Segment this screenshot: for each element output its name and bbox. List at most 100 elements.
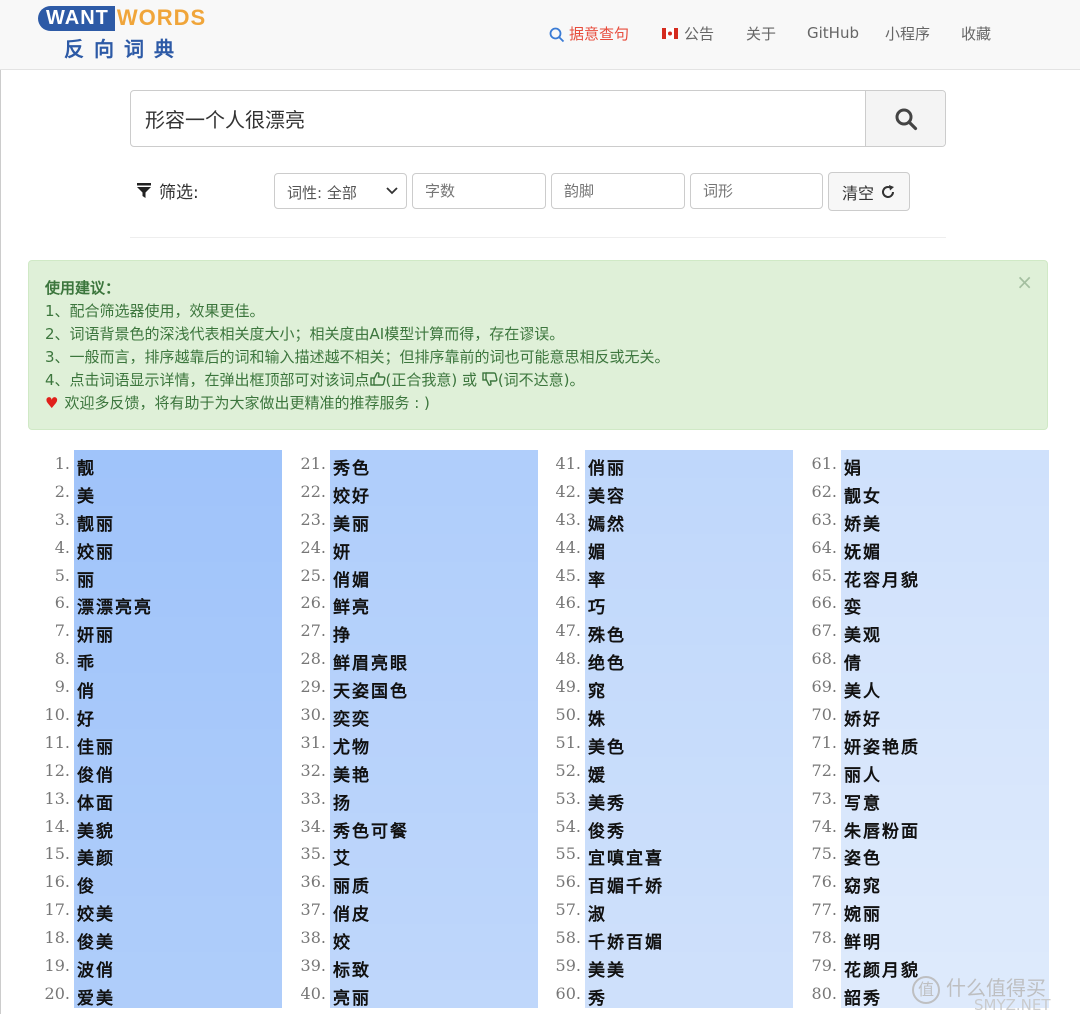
result-item[interactable]: 16. 俊 <box>0 868 282 897</box>
result-item[interactable]: 75. 姿色 <box>767 840 1049 869</box>
result-item[interactable]: 44. 媚 <box>511 533 793 563</box>
result-item[interactable]: 40. 亮丽 <box>256 979 538 1009</box>
result-item[interactable]: 69. 美人 <box>767 673 1049 702</box>
result-item[interactable]: 61. 娟 <box>767 450 1049 479</box>
result-word[interactable]: 花容月貌 <box>841 561 1049 591</box>
result-item[interactable]: 53. 美秀 <box>511 784 793 814</box>
result-item[interactable]: 78. 鲜明 <box>767 924 1049 953</box>
result-item[interactable]: 5. 丽 <box>0 561 282 591</box>
result-word[interactable]: 殊色 <box>585 617 793 646</box>
search-button[interactable] <box>865 91 945 146</box>
result-word[interactable]: 靓丽 <box>74 505 282 535</box>
result-item[interactable]: 50. 姝 <box>511 701 793 730</box>
result-item[interactable]: 49. 窕 <box>511 673 793 702</box>
result-item[interactable]: 21. 秀色 <box>256 450 538 479</box>
result-item[interactable]: 15. 美颜 <box>0 840 282 869</box>
result-item[interactable]: 35. 艾 <box>256 840 538 869</box>
result-word[interactable]: 妍 <box>330 533 538 563</box>
result-item[interactable]: 36. 丽质 <box>256 868 538 897</box>
result-word[interactable]: 秀色 <box>330 450 538 479</box>
result-word[interactable]: 俏丽 <box>585 450 793 479</box>
result-item[interactable]: 32. 美艳 <box>256 756 538 786</box>
result-item[interactable]: 9. 俏 <box>0 673 282 702</box>
result-item[interactable]: 25. 俏媚 <box>256 561 538 591</box>
result-item[interactable]: 77. 婉丽 <box>767 896 1049 925</box>
result-item[interactable]: 68. 倩 <box>767 645 1049 674</box>
word-form-input[interactable] <box>690 173 823 209</box>
result-item[interactable]: 47. 殊色 <box>511 617 793 646</box>
result-word[interactable]: 鲜亮 <box>330 589 538 618</box>
result-item[interactable]: 19. 波俏 <box>0 952 282 981</box>
result-word[interactable]: 朱唇粉面 <box>841 812 1049 842</box>
pos-select[interactable]: 词性: 全部 <box>274 173 407 209</box>
result-word[interactable]: 倩 <box>841 645 1049 674</box>
result-word[interactable]: 丽 <box>74 561 282 591</box>
result-item[interactable]: 3. 靓丽 <box>0 505 282 535</box>
result-item[interactable]: 22. 姣好 <box>256 477 538 507</box>
logo[interactable]: WANT WORDS 反向词典 <box>38 5 218 65</box>
result-item[interactable]: 65. 花容月貌 <box>767 561 1049 591</box>
result-word[interactable]: 俏皮 <box>330 896 538 925</box>
result-word[interactable]: 宜嗔宜喜 <box>585 840 793 869</box>
result-word[interactable]: 媛 <box>585 756 793 786</box>
result-item[interactable]: 37. 俏皮 <box>256 896 538 925</box>
result-item[interactable]: 64. 妩媚 <box>767 533 1049 563</box>
result-item[interactable]: 17. 姣美 <box>0 896 282 925</box>
result-word[interactable]: 千娇百媚 <box>585 924 793 953</box>
close-icon[interactable]: × <box>1016 271 1033 294</box>
result-item[interactable]: 34. 秀色可餐 <box>256 812 538 842</box>
result-word[interactable]: 窕 <box>585 673 793 702</box>
result-item[interactable]: 24. 妍 <box>256 533 538 563</box>
result-item[interactable]: 67. 美观 <box>767 617 1049 646</box>
result-word[interactable]: 百媚千娇 <box>585 868 793 897</box>
result-word[interactable]: 美人 <box>841 673 1049 702</box>
result-item[interactable]: 39. 标致 <box>256 952 538 981</box>
result-word[interactable]: 率 <box>585 561 793 591</box>
result-word[interactable]: 靓 <box>74 450 282 479</box>
result-item[interactable]: 12. 俊俏 <box>0 756 282 786</box>
result-word[interactable]: 俊俏 <box>74 756 282 786</box>
result-word[interactable]: 天姿国色 <box>330 673 538 702</box>
result-word[interactable]: 媚 <box>585 533 793 563</box>
result-word[interactable]: 巧 <box>585 589 793 618</box>
result-word[interactable]: 乖 <box>74 645 282 674</box>
result-item[interactable]: 4. 姣丽 <box>0 533 282 563</box>
rhyme-input[interactable] <box>551 173 685 209</box>
result-item[interactable]: 42. 美容 <box>511 477 793 507</box>
result-word[interactable]: 标致 <box>330 952 538 981</box>
result-word[interactable]: 佳丽 <box>74 728 282 758</box>
result-word[interactable]: 俏 <box>74 673 282 702</box>
result-word[interactable]: 美秀 <box>585 784 793 814</box>
result-item[interactable]: 56. 百媚千娇 <box>511 868 793 897</box>
result-word[interactable]: 丽质 <box>330 868 538 897</box>
result-word[interactable]: 俊 <box>74 868 282 897</box>
result-word[interactable]: 娈 <box>841 589 1049 618</box>
nav-item-favorites[interactable]: 收藏 <box>961 23 991 44</box>
result-item[interactable]: 27. 挣 <box>256 617 538 646</box>
result-item[interactable]: 74. 朱唇粉面 <box>767 812 1049 842</box>
result-word[interactable]: 好 <box>74 701 282 730</box>
result-word[interactable]: 俊秀 <box>585 812 793 842</box>
result-word[interactable]: 鲜眉亮眼 <box>330 645 538 674</box>
result-item[interactable]: 45. 率 <box>511 561 793 591</box>
result-item[interactable]: 58. 千娇百媚 <box>511 924 793 953</box>
result-word[interactable]: 丽人 <box>841 756 1049 786</box>
result-item[interactable]: 18. 俊美 <box>0 924 282 953</box>
result-item[interactable]: 70. 娇好 <box>767 701 1049 730</box>
result-word[interactable]: 美 <box>74 477 282 507</box>
result-word[interactable]: 娟 <box>841 450 1049 479</box>
result-word[interactable]: 爱美 <box>74 979 282 1009</box>
result-word[interactable]: 姣美 <box>74 896 282 925</box>
result-item[interactable]: 57. 淑 <box>511 896 793 925</box>
result-item[interactable]: 31. 尤物 <box>256 728 538 758</box>
result-word[interactable]: 靓女 <box>841 477 1049 507</box>
result-word[interactable]: 姣丽 <box>74 533 282 563</box>
result-word[interactable]: 美颜 <box>74 840 282 869</box>
result-word[interactable]: 扬 <box>330 784 538 814</box>
result-word[interactable]: 姣好 <box>330 477 538 507</box>
result-word[interactable]: 挣 <box>330 617 538 646</box>
result-word[interactable]: 体面 <box>74 784 282 814</box>
result-word[interactable]: 娇好 <box>841 701 1049 730</box>
result-word[interactable]: 亮丽 <box>330 979 538 1009</box>
result-item[interactable]: 76. 窈窕 <box>767 868 1049 897</box>
